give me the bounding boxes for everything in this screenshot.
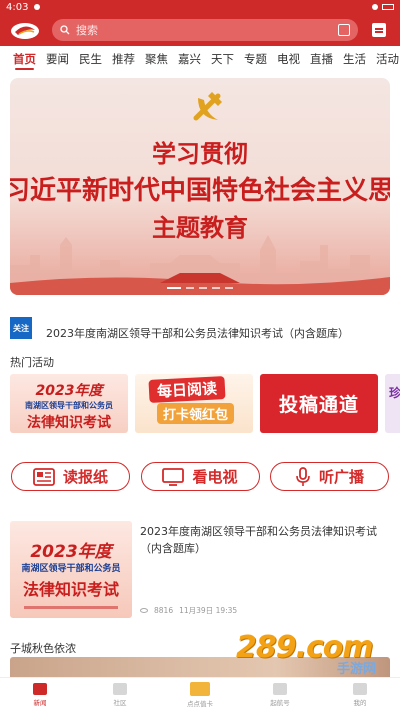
newspaper-icon [33,467,55,486]
nav-news[interactable]: 新闻 [0,678,80,711]
status-bar: 4:03 [0,0,400,14]
qihang-icon [273,682,287,695]
channel-tabs: 首页 要闻 民生 推荐 聚焦 嘉兴 天下 专题 电视 直播 生活 活动 [0,46,400,72]
party-emblem-icon [193,92,222,121]
tab-focus[interactable]: 聚焦 [140,46,173,72]
watch-tv-button[interactable]: 看电视 [140,462,260,491]
media-buttons: 读报纸 看电视 听广播 [11,462,389,492]
tab-home[interactable]: 首页 [8,46,41,72]
activity-card-line: 南湖区领导干部和公务员 [25,401,113,410]
status-indicators [372,4,394,10]
thumbnail-line: 法律知识考试 [22,580,119,599]
thumbnail-line: 2023年度 [30,542,112,562]
read-newspaper-button[interactable]: 读报纸 [11,462,130,491]
listen-radio-label: 听广播 [318,468,364,486]
nav-label: 起航号 [270,698,290,707]
banner-line-2: 习近平新时代中国特色社会主义思想 [10,176,390,206]
nav-mine[interactable]: 我的 [320,678,400,711]
tab-headlines[interactable]: 要闻 [41,46,74,72]
activity-card-daily-reading[interactable]: 每日阅读 打卡领红包 [135,374,253,433]
thumbnail-line: 南湖区领导干部和公务员 [21,564,121,574]
tv-icon [162,467,185,486]
banner-line-1: 学习贯彻 [152,139,248,168]
nav-community[interactable]: 社区 [80,678,160,711]
app-header: 搜索 [0,14,400,46]
tab-recommend[interactable]: 推荐 [107,46,140,72]
wifi-icon [372,4,378,10]
tab-livelihood[interactable]: 民生 [74,46,107,72]
activity-card-line: 打卡领红包 [157,403,235,424]
activity-card-line: 2023年度 [35,383,103,399]
search-placeholder: 搜索 [76,24,98,37]
section2-title: 子城秋色依浓 [10,642,76,655]
nav-label: 点点值卡 [187,699,213,708]
microphone-icon [296,466,310,486]
focus-tag: 关注 [10,317,32,339]
search-bar[interactable]: 搜索 [52,19,358,41]
views-icon [140,608,148,613]
tab-life[interactable]: 生活 [338,46,371,72]
activity-card-exam[interactable]: 2023年度 南湖区领导干部和公务员 法律知识考试 [10,374,128,433]
nav-label: 新闻 [33,698,47,707]
news-item[interactable]: 2023年度 南湖区领导干部和公务员 法律知识考试 2023年度南湖区领导干部和… [10,521,390,618]
watermark: 289.com 手游网 [236,630,386,677]
news-thumbnail: 2023年度 南湖区领导干部和公务员 法律知识考试 [10,521,132,618]
news-body: 2023年度南湖区领导干部和公务员法律知识考试（内含题库） 8816 11月39… [140,521,390,618]
notice-row[interactable]: 关注 2023年度南湖区领导干部和公务员法律知识考试（内含题库） [10,316,390,340]
status-time: 4:03 [6,1,29,13]
hero-banner[interactable]: 学习贯彻 习近平新时代中国特色社会主义思想 主题教育 [10,78,390,295]
listen-radio-button[interactable]: 听广播 [270,462,389,491]
read-newspaper-label: 读报纸 [62,468,108,486]
community-icon [113,682,127,695]
hot-activities-title: 热门活动 [10,356,54,369]
hot-activities-list: 2023年度 南湖区领导干部和公务员 法律知识考试 每日阅读 打卡领红包 投稿通… [10,374,400,434]
carousel-indicator [10,287,390,289]
home-icon [33,682,47,695]
watch-tv-label: 看电视 [192,468,238,486]
bottom-navigation: 新闻 社区 点点值卡 起航号 我的 [0,677,400,711]
card-icon [190,681,210,696]
activity-card-line: 法律知识考试 [27,415,111,431]
tab-topics[interactable]: 专题 [239,46,272,72]
notice-text: 2023年度南湖区领导干部和公务员法律知识考试（内含题库） [46,327,349,340]
status-dot-icon [34,2,41,13]
activity-card-partial[interactable]: 珍 [385,374,400,433]
thumbnail-decoration [24,606,118,609]
search-icon [60,25,70,35]
battery-icon [382,4,394,10]
watermark-sub: 手游网 [336,662,376,677]
nav-qihang[interactable]: 起航号 [240,678,320,711]
news-title: 2023年度南湖区领导干部和公务员法律知识考试（内含题库） [140,525,377,555]
activity-card-line: 珍 [389,386,400,400]
profile-icon [353,682,367,695]
calendar-icon[interactable] [372,23,386,37]
activity-card-line: 每日阅读 [148,376,226,403]
nav-label: 社区 [113,698,127,707]
city-skyline-illustration [10,235,390,295]
tab-jiaxing[interactable]: 嘉兴 [173,46,206,72]
nav-label: 我的 [353,698,367,707]
tab-tv[interactable]: 电视 [272,46,305,72]
tab-live[interactable]: 直播 [305,46,338,72]
news-date: 11月39日 19:35 [179,606,238,615]
app-logo-icon[interactable] [8,19,42,41]
activity-card-line: 投稿通道 [278,394,359,416]
tab-activities[interactable]: 活动 [371,46,400,72]
activity-card-submission[interactable]: 投稿通道 [260,374,378,433]
news-meta: 8816 11月39日 19:35 [140,605,237,616]
scan-icon[interactable] [338,24,350,36]
tab-world[interactable]: 天下 [206,46,239,72]
nav-card[interactable]: 点点值卡 [160,678,240,711]
news-views: 8816 [154,606,174,615]
